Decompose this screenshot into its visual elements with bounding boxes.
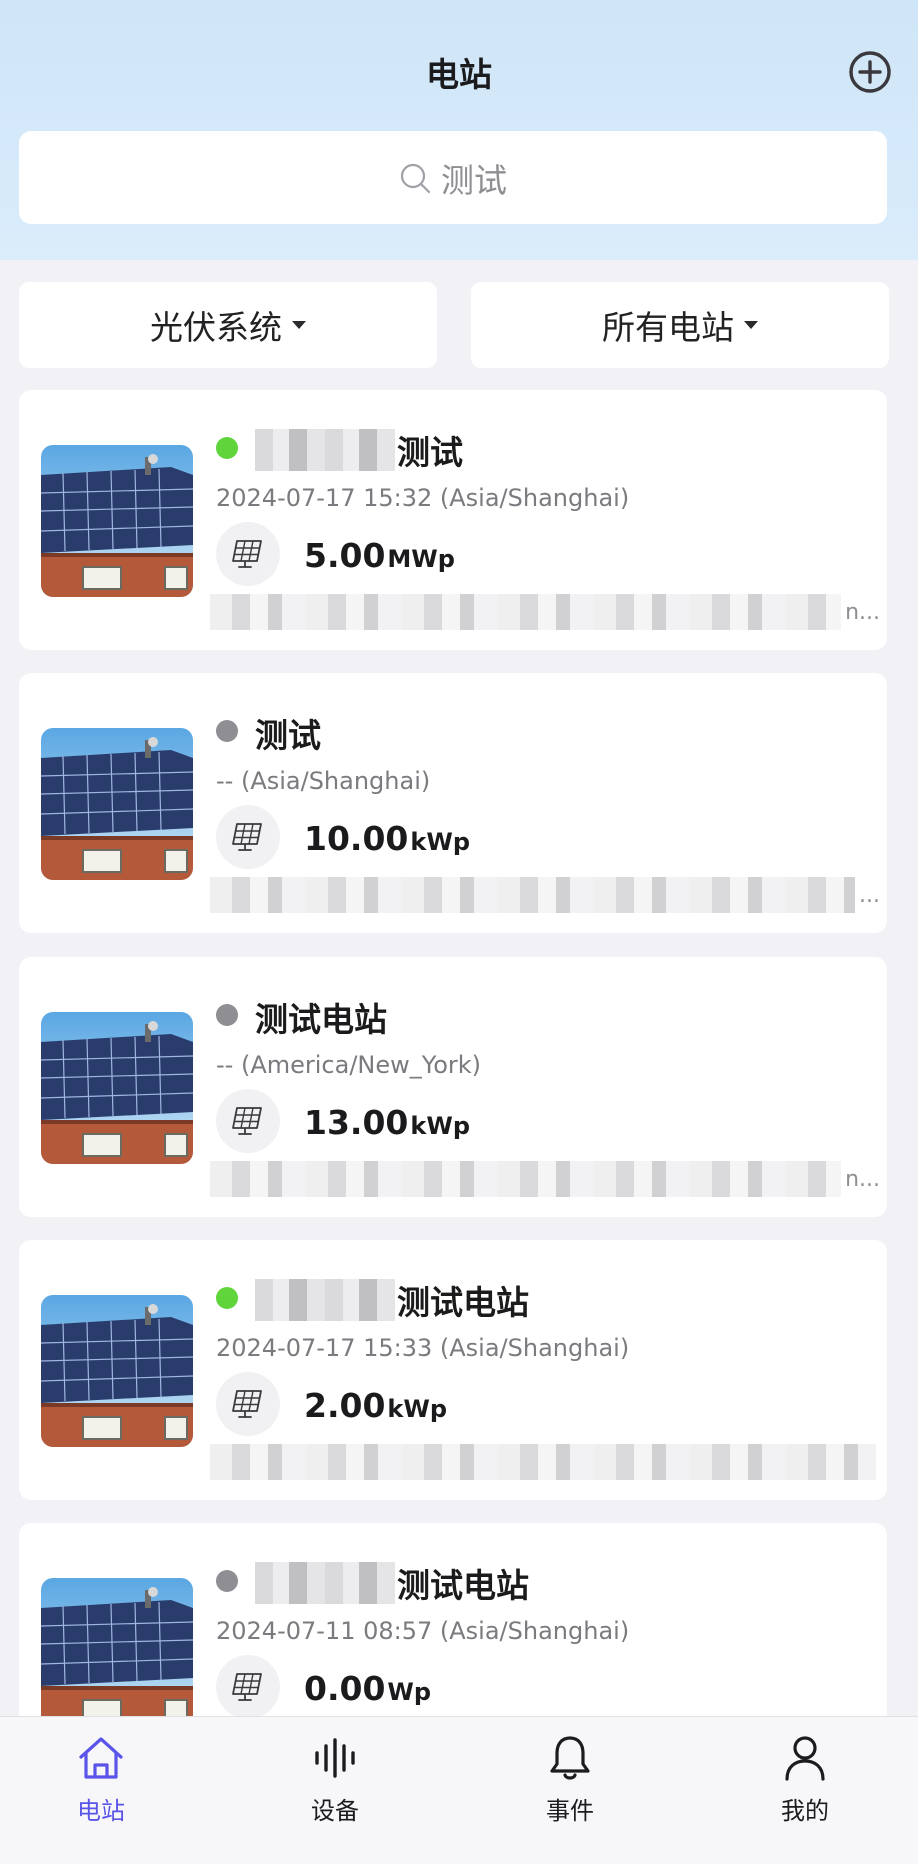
tab-stations[interactable]: 电站 bbox=[31, 1731, 171, 1831]
capacity-value: 13.00 bbox=[304, 1103, 409, 1142]
capacity-value: 5.00 bbox=[304, 536, 386, 575]
search-placeholder: 测试 bbox=[441, 160, 507, 200]
solar-panel-icon bbox=[232, 540, 262, 568]
search-input[interactable]: 测试 bbox=[19, 131, 887, 224]
capacity-unit: kWp bbox=[387, 1395, 448, 1423]
station-name: 测试 bbox=[255, 709, 321, 757]
bottom-tab-bar: 电站 设备 事件 我的 bbox=[0, 1716, 918, 1864]
capacity-unit: kWp bbox=[410, 1112, 471, 1140]
solar-panel-icon bbox=[232, 1390, 262, 1418]
station-card[interactable]: 测试 -- (Asia/Shanghai) 10.00 kWp ... bbox=[19, 673, 887, 933]
station-name-text: 测试电站 bbox=[397, 1566, 529, 1605]
station-address bbox=[210, 1440, 880, 1484]
station-name-text: 测试电站 bbox=[397, 1283, 529, 1322]
redacted-text bbox=[255, 429, 395, 471]
last-update-time: 2024-07-11 08:57 (Asia/Shanghai) bbox=[216, 1617, 630, 1645]
solar-panel-icon bbox=[232, 823, 262, 851]
redacted-text bbox=[255, 1279, 395, 1321]
installed-capacity: 5.00 MWp bbox=[304, 536, 455, 575]
station-card[interactable]: 测试电站 -- (America/New_York) 13.00 kWp n..… bbox=[19, 957, 887, 1217]
caret-down-icon bbox=[744, 321, 758, 329]
panel-icon-badge bbox=[216, 522, 280, 586]
station-card[interactable]: 测试电站 2024-07-17 15:33 (Asia/Shanghai) 2.… bbox=[19, 1240, 887, 1500]
tab-profile[interactable]: 我的 bbox=[735, 1731, 875, 1831]
station-name-text: 测试电站 bbox=[255, 1000, 387, 1039]
station-name-text: 测试 bbox=[255, 716, 321, 755]
tab-label: 设备 bbox=[311, 1797, 359, 1825]
person-icon bbox=[785, 1736, 825, 1781]
station-address: n... bbox=[210, 1157, 880, 1201]
caret-down-icon bbox=[292, 321, 306, 329]
station-thumbnail bbox=[41, 1578, 193, 1730]
station-name: 测试电站 bbox=[255, 1276, 529, 1324]
station-thumbnail bbox=[41, 728, 193, 880]
last-update-time: -- (Asia/Shanghai) bbox=[216, 767, 431, 795]
redacted-address bbox=[210, 594, 842, 630]
station-name: 测试电站 bbox=[255, 1559, 529, 1607]
station-name: 测试 bbox=[255, 426, 463, 474]
capacity-unit: Wp bbox=[387, 1678, 432, 1706]
filter-label: 所有电站 bbox=[602, 308, 734, 347]
tab-label: 事件 bbox=[546, 1797, 594, 1825]
filter-station-scope[interactable]: 所有电站 bbox=[471, 282, 889, 368]
capacity-value: 0.00 bbox=[304, 1669, 386, 1708]
panel-icon-badge bbox=[216, 805, 280, 869]
filter-system-type[interactable]: 光伏系统 bbox=[19, 282, 437, 368]
station-name-text: 测试 bbox=[397, 433, 463, 472]
waveform-icon bbox=[315, 1738, 355, 1778]
capacity-unit: MWp bbox=[387, 545, 455, 573]
redacted-text bbox=[255, 1562, 395, 1604]
filter-bar: 光伏系统 所有电站 bbox=[19, 282, 889, 368]
last-update-time: 2024-07-17 15:32 (Asia/Shanghai) bbox=[216, 484, 630, 512]
installed-capacity: 2.00 kWp bbox=[304, 1386, 447, 1425]
redacted-address bbox=[210, 1444, 876, 1480]
tab-devices[interactable]: 设备 bbox=[265, 1731, 405, 1831]
panel-icon-badge bbox=[216, 1089, 280, 1153]
station-name: 测试电站 bbox=[255, 993, 387, 1041]
address-ellipsis: ... bbox=[859, 882, 880, 908]
capacity-unit: kWp bbox=[410, 828, 471, 856]
filter-label: 光伏系统 bbox=[150, 308, 282, 347]
tab-label: 我的 bbox=[781, 1797, 829, 1825]
panel-icon-badge bbox=[216, 1372, 280, 1436]
status-dot bbox=[216, 437, 238, 459]
installed-capacity: 10.00 kWp bbox=[304, 819, 470, 858]
address-ellipsis: n... bbox=[845, 1166, 880, 1192]
installed-capacity: 0.00 Wp bbox=[304, 1669, 431, 1708]
last-update-time: 2024-07-17 15:33 (Asia/Shanghai) bbox=[216, 1334, 630, 1362]
installed-capacity: 13.00 kWp bbox=[304, 1103, 470, 1142]
station-thumbnail bbox=[41, 1012, 193, 1164]
bell-icon bbox=[550, 1736, 590, 1780]
redacted-address bbox=[210, 877, 856, 913]
address-ellipsis: n... bbox=[845, 599, 880, 625]
status-dot bbox=[216, 1287, 238, 1309]
status-dot bbox=[216, 720, 238, 742]
solar-panel-icon bbox=[232, 1673, 262, 1701]
redacted-address bbox=[210, 1161, 842, 1197]
plus-circle-icon[interactable] bbox=[848, 50, 892, 94]
capacity-value: 10.00 bbox=[304, 819, 409, 858]
solar-panel-icon bbox=[232, 1107, 262, 1135]
panel-icon-badge bbox=[216, 1655, 280, 1719]
last-update-time: -- (America/New_York) bbox=[216, 1051, 482, 1079]
station-address: ... bbox=[210, 873, 880, 917]
page-title: 电站 bbox=[426, 55, 492, 94]
search-icon bbox=[400, 163, 431, 193]
tab-events[interactable]: 事件 bbox=[500, 1731, 640, 1831]
tab-label: 电站 bbox=[77, 1797, 125, 1825]
status-dot bbox=[216, 1570, 238, 1592]
station-address: n... bbox=[210, 590, 880, 634]
capacity-value: 2.00 bbox=[304, 1386, 386, 1425]
station-card[interactable]: 测试 2024-07-17 15:32 (Asia/Shanghai) 5.00… bbox=[19, 390, 887, 650]
status-dot bbox=[216, 1004, 238, 1026]
home-icon bbox=[79, 1737, 123, 1779]
station-thumbnail bbox=[41, 1295, 193, 1447]
station-thumbnail bbox=[41, 445, 193, 597]
